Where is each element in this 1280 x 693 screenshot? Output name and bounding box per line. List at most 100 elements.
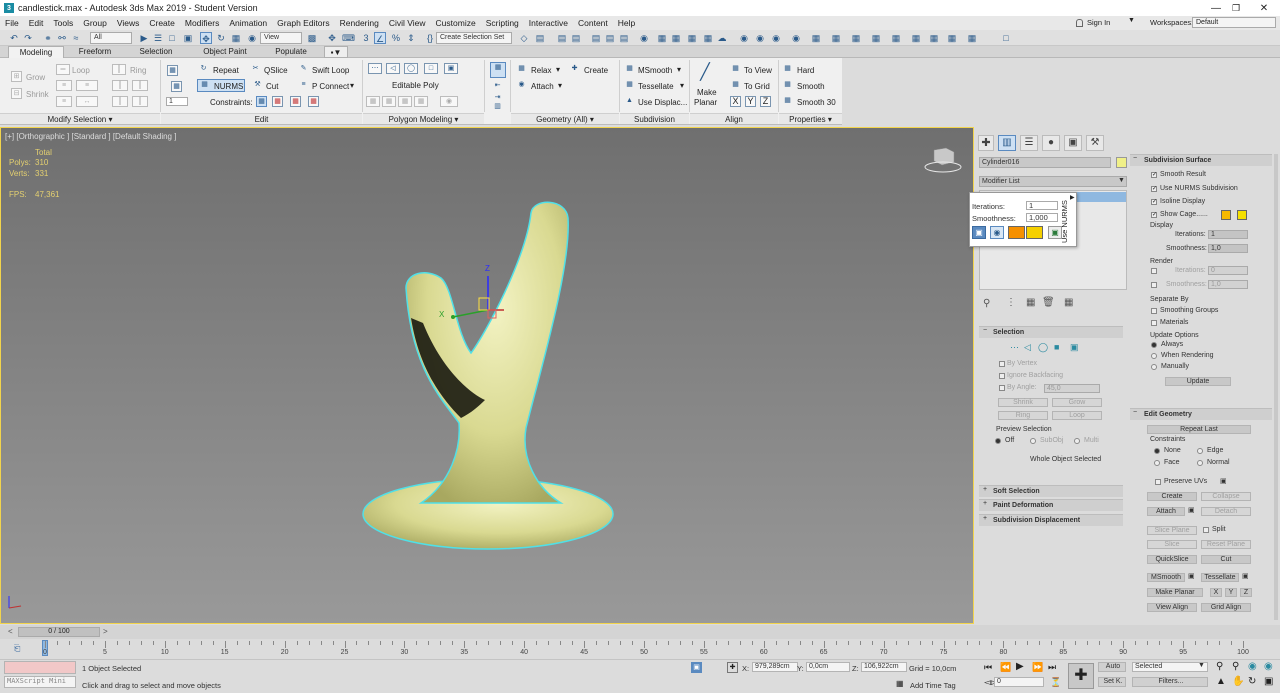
mirror-icon[interactable]: ◇ (518, 32, 530, 44)
poly-tool-5-icon[interactable]: ◉ (440, 96, 458, 107)
pivot-center-icon[interactable]: ▩ (306, 32, 318, 44)
soft-selection-rollout[interactable]: Soft Selection (979, 485, 1123, 497)
previous-modifier-icon[interactable]: ⇤ (492, 81, 503, 92)
current-frame-field[interactable]: 0 (994, 677, 1044, 687)
caddy-isoline-icon[interactable]: ▣ (972, 226, 986, 239)
viewport-layout-icon[interactable]: ▦ (810, 32, 822, 44)
nurms-caddy[interactable]: Iterations: 1 Smoothness: 1,000 ▣ ◉ ▣ ▶ … (969, 192, 1077, 247)
y-coord-field[interactable]: 0,0cm (806, 662, 850, 672)
eg-reset-plane-button[interactable]: Reset Plane (1201, 540, 1251, 549)
tessellate-dropdown-icon[interactable]: ▾ (680, 81, 684, 90)
loop-step-icon[interactable]: ≡ (56, 96, 72, 107)
selection-rollout-header[interactable]: Selection (979, 326, 1123, 338)
eg-tessellate-button[interactable]: Tessellate (1201, 573, 1239, 582)
caddy-cage-color-2-swatch[interactable] (1026, 226, 1043, 239)
tessellate-icon[interactable]: ▦ (624, 80, 635, 91)
smoothing-groups-checkbox[interactable] (1151, 308, 1157, 314)
modify-tab-icon[interactable]: ▥ (998, 135, 1016, 151)
menu-graph-editors[interactable]: Graph Editors (272, 16, 334, 30)
rectangular-selection-icon[interactable]: □ (166, 32, 178, 44)
eg-x-button[interactable]: X (1210, 588, 1222, 597)
loop-extend-icon[interactable]: ↔ (76, 96, 98, 107)
utilities-tab-icon[interactable]: ⚒ (1086, 135, 1104, 151)
unlink-icon[interactable]: ⚯ (56, 32, 68, 44)
absolute-mode-icon[interactable]: ✚ (727, 662, 738, 673)
scene-explorer-icon[interactable]: ▤ (570, 32, 582, 44)
schematic-view-icon[interactable]: ▤ (618, 32, 630, 44)
update-button[interactable]: Update (1165, 377, 1231, 386)
graphite-tools-icon[interactable]: ◉ (790, 32, 802, 44)
loop-shift-icon[interactable]: ≡ (56, 80, 72, 91)
constraint-edge-icon[interactable]: ▦ (272, 96, 283, 107)
eg-make-planar-button[interactable]: Make Planar (1147, 588, 1203, 597)
eg-grid-align-button[interactable]: Grid Align (1201, 603, 1251, 612)
eg-tessellate-settings-icon[interactable]: ▣ (1242, 572, 1249, 580)
sel-polygon-icon[interactable]: ■ (1054, 342, 1059, 352)
relax-icon[interactable]: ▦ (516, 64, 527, 75)
cage-color-1-swatch[interactable] (1221, 210, 1231, 220)
edit-geometry-rollout-header[interactable]: Edit Geometry (1130, 408, 1272, 420)
menu-modifiers[interactable]: Modifiers (180, 16, 224, 30)
eg-detach-button[interactable]: Detach (1201, 507, 1251, 516)
constraint-edge-radio[interactable] (1197, 448, 1203, 454)
orbit-icon[interactable]: ↻ (1248, 676, 1256, 687)
make-planar-icon[interactable]: ╱ (696, 62, 714, 84)
by-angle-spinner[interactable]: 45,0 (1044, 384, 1100, 393)
lasso-icon[interactable]: □ (1000, 32, 1012, 44)
show-end-result-icon[interactable]: ▥ (492, 102, 503, 113)
menu-edit[interactable]: Edit (24, 16, 49, 30)
eg-msmooth-settings-icon[interactable]: ▣ (1188, 572, 1195, 580)
render-smoothness-checkbox[interactable] (1151, 282, 1157, 288)
create-button[interactable]: Create (584, 66, 608, 75)
eg-create-button[interactable]: Create (1147, 492, 1197, 501)
zoom-extents-all-icon[interactable]: ◉ (1264, 661, 1273, 672)
panel-scrollbar[interactable] (1274, 154, 1278, 620)
to-grid-icon[interactable]: ▦ (730, 80, 741, 91)
cut-button[interactable]: Cut (266, 82, 278, 91)
track-bar-key-icon[interactable]: ⎗ (14, 644, 20, 654)
constraint-none-icon[interactable]: ▦ (256, 96, 267, 107)
time-slider-right-icon[interactable]: > (103, 627, 108, 636)
make-planar-label-2[interactable]: Planar (694, 98, 717, 107)
redo-icon[interactable]: ↷ (22, 32, 34, 44)
tab-object-paint[interactable]: Object Paint (196, 46, 254, 58)
bind-spacewarp-icon[interactable]: ≈ (70, 32, 82, 44)
make-unique-icon[interactable]: ▦ (1026, 297, 1035, 308)
preview-multi-radio[interactable] (1074, 438, 1080, 444)
ribbon-options-icon[interactable]: ▪▼ (324, 46, 348, 58)
use-displace-button[interactable]: Use Displac... (638, 98, 687, 107)
x-coord-field[interactable]: 979,289cm (752, 662, 798, 672)
paint-deformation-toggle-icon[interactable]: + (983, 500, 987, 507)
caddy-expand-icon[interactable]: ▶ (1070, 194, 1075, 201)
menu-rendering[interactable]: Rendering (335, 16, 384, 30)
reference-coordinate-dropdown[interactable]: View (260, 32, 302, 44)
render-in-cloud-icon[interactable]: ☁ (716, 32, 728, 44)
create-icon[interactable]: ✚ (569, 64, 580, 75)
smooth30-icon[interactable]: ▦ (782, 96, 793, 107)
align-icon[interactable]: ▤ (534, 32, 546, 44)
sign-in-chevron-icon[interactable]: ▼ (1128, 17, 1135, 24)
align-x-button[interactable]: X (730, 96, 741, 107)
cut-icon[interactable]: ⚒ (252, 80, 263, 91)
menu-group[interactable]: Group (78, 16, 112, 30)
selection-loop-button[interactable]: Loop (1052, 411, 1102, 420)
spinner-snap-icon[interactable]: ⇕ (405, 32, 417, 44)
display-tab-icon[interactable]: ▣ (1064, 135, 1082, 151)
create-tab-icon[interactable]: ✚ (978, 135, 994, 151)
stack-icon[interactable]: ▦ (490, 62, 506, 78)
edit-geometry-toggle-icon[interactable]: − (1133, 409, 1137, 416)
subdivision-displacement-rollout[interactable]: Subdivision Displacement (979, 514, 1123, 526)
use-displace-icon[interactable]: ▲ (624, 96, 635, 107)
link-icon[interactable]: ⚭ (42, 32, 54, 44)
rendered-frame-icon[interactable]: ▦ (670, 32, 682, 44)
attach-dropdown-icon[interactable]: ▾ (558, 81, 562, 90)
candlestick-model[interactable] (1, 128, 973, 623)
select-scale-icon[interactable]: ▦ (230, 32, 242, 44)
tessellate-button[interactable]: Tessellate (638, 82, 674, 91)
object-color-swatch[interactable] (1116, 157, 1127, 168)
sel-border-icon[interactable]: ◯ (1038, 342, 1048, 353)
display-smoothness-spinner[interactable]: 1,0 (1208, 244, 1248, 253)
loop-icon[interactable]: ═ (56, 64, 70, 75)
align-y-button[interactable]: Y (745, 96, 756, 107)
eg-slice-plane-button[interactable]: Slice Plane (1147, 526, 1197, 535)
